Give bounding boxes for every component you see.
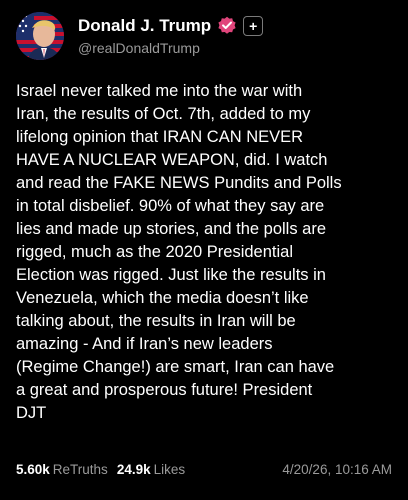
- verified-badge-icon: [217, 16, 237, 36]
- display-name[interactable]: Donald J. Trump: [78, 16, 211, 36]
- post-timestamp[interactable]: 4/20/26, 10:16 AM: [282, 462, 392, 477]
- flag-portrait-avatar-icon: [16, 12, 64, 60]
- follow-button[interactable]: +: [243, 16, 264, 36]
- retruths-label[interactable]: ReTruths: [53, 462, 108, 477]
- likes-label[interactable]: Likes: [154, 462, 186, 477]
- post-text: Israel never talked me into the war with…: [16, 82, 342, 422]
- author-name-row: Donald J. Trump +: [78, 14, 264, 38]
- post-stats: 5.60k ReTruths 24.9k Likes: [16, 462, 185, 477]
- likes-count[interactable]: 24.9k: [117, 462, 151, 477]
- avatar[interactable]: [16, 12, 64, 60]
- retruths-count[interactable]: 5.60k: [16, 462, 50, 477]
- user-handle[interactable]: @realDonaldTrump: [78, 40, 200, 56]
- post-card: Donald J. Trump + @realDonaldTrump Israe…: [0, 0, 408, 500]
